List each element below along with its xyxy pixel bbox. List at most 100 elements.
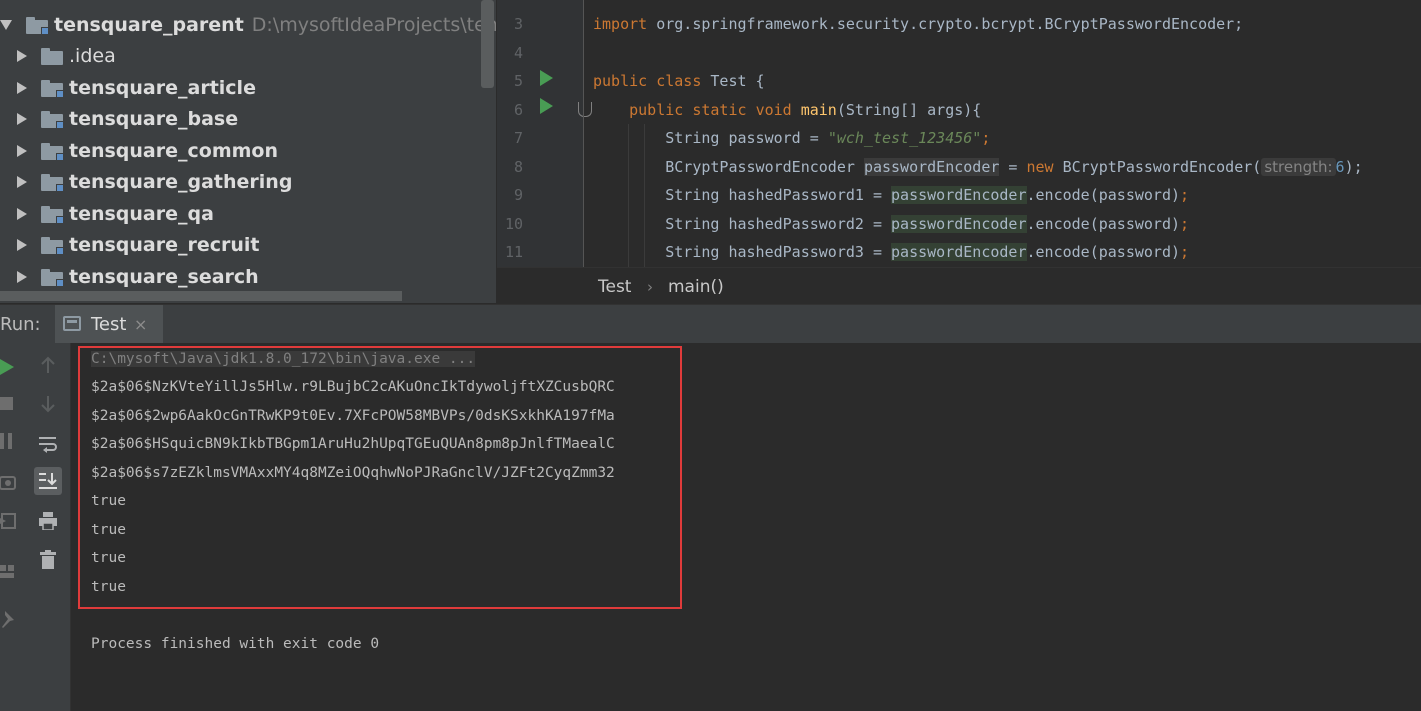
run-toolbar-primary <box>0 343 20 711</box>
pin-icon[interactable] <box>0 611 16 629</box>
token: (String[] args){ <box>836 101 982 119</box>
tree-item-search[interactable]: tensquare_search <box>0 262 259 292</box>
gutter-separator <box>583 0 584 267</box>
code-line-6: public static void main(String[] args){ <box>593 101 981 119</box>
folder-icon <box>41 47 63 65</box>
tree-item-recruit[interactable]: tensquare_recruit <box>0 230 260 260</box>
expand-right-icon[interactable] <box>17 82 27 94</box>
token: public <box>629 101 684 119</box>
print-button[interactable] <box>34 507 62 535</box>
project-tree-panel: tensquare_parent D:\mysoftIdeaProjects\t… <box>0 0 496 303</box>
parameter-hint: strength: <box>1261 158 1336 176</box>
run-class-icon[interactable] <box>540 70 553 86</box>
tree-root-path: D:\mysoftIdeaProjects\tensquare_ <box>251 14 496 36</box>
pause-icon[interactable] <box>0 433 14 449</box>
token: password = <box>719 129 828 147</box>
tree-root-name: tensquare_parent <box>54 14 244 36</box>
soft-wrap-button[interactable] <box>34 430 62 458</box>
tree-item-gathering[interactable]: tensquare_gathering <box>0 167 292 197</box>
token: passwordEncoder <box>863 158 1000 176</box>
tree-item-article[interactable]: tensquare_article <box>0 73 256 103</box>
token: passwordEncoder <box>891 186 1027 204</box>
trash-icon <box>40 550 56 569</box>
expand-right-icon[interactable] <box>17 208 27 220</box>
run-console[interactable]: C:\mysoft\Java\jdk1.8.0_172\bin\java.exe… <box>71 343 1421 711</box>
module-folder-icon <box>41 142 64 161</box>
line-number: 4 <box>513 44 523 62</box>
expand-right-icon[interactable] <box>17 239 27 251</box>
breadcrumb-separator: › <box>647 278 653 296</box>
token: class <box>656 72 702 90</box>
tree-item-common[interactable]: tensquare_common <box>0 136 278 166</box>
token: ); <box>1344 158 1363 176</box>
code-line-8: BCryptPasswordEncoder passwordEncoder = … <box>593 158 1363 176</box>
camera-icon[interactable] <box>0 474 16 490</box>
module-folder-icon <box>41 173 64 192</box>
token: 6 <box>1335 158 1345 176</box>
scroll-to-end-button[interactable] <box>34 467 62 495</box>
scroll-down-button[interactable] <box>34 390 62 418</box>
tree-item-label: tensquare_recruit <box>69 234 260 256</box>
module-folder-icon <box>41 205 64 224</box>
line-number: 8 <box>513 158 523 176</box>
token: passwordEncoder <box>891 215 1027 233</box>
scroll-to-end-icon <box>39 473 57 489</box>
expand-right-icon[interactable] <box>17 176 27 188</box>
token: ; <box>1180 243 1190 261</box>
token: ; <box>1180 215 1190 233</box>
token: BCryptPasswordEncoder <box>665 158 864 176</box>
token: String <box>665 129 720 147</box>
run-label: Run: <box>0 314 41 335</box>
token: hashedPassword1 = <box>719 186 892 204</box>
breadcrumb-method[interactable]: main() <box>668 277 724 297</box>
tree-item-label: tensquare_base <box>69 108 239 130</box>
token: .encode(password) <box>1026 186 1181 204</box>
tree-root[interactable]: tensquare_parent D:\mysoftIdeaProjects\t… <box>0 10 496 40</box>
token: hashedPassword2 = <box>719 215 892 233</box>
rerun-icon[interactable] <box>0 357 16 377</box>
token: ; <box>981 129 991 147</box>
login-icon[interactable] <box>0 513 16 529</box>
token: String <box>665 215 720 233</box>
clear-all-button[interactable] <box>34 546 62 574</box>
tree-item-qa[interactable]: tensquare_qa <box>0 199 214 229</box>
code-line-10: String hashedPassword2 = passwordEncoder… <box>593 215 1189 233</box>
expand-right-icon[interactable] <box>17 271 27 283</box>
code-editor[interactable]: 3 4 5 6 7 8 9 10 11 import org.springfra… <box>497 0 1421 267</box>
expand-right-icon[interactable] <box>17 113 27 125</box>
close-icon[interactable]: × <box>134 315 147 334</box>
expand-right-icon[interactable] <box>17 145 27 157</box>
tree-item-base[interactable]: tensquare_base <box>0 104 238 134</box>
token: .encode(password) <box>1026 215 1181 233</box>
run-main-icon[interactable] <box>540 98 553 114</box>
scroll-up-button[interactable] <box>34 351 62 379</box>
run-tool-window-header: Run: Test × <box>0 304 1421 344</box>
layout-icon[interactable] <box>0 563 16 579</box>
expand-down-icon[interactable] <box>0 20 12 30</box>
code-line-5: public class Test { <box>593 72 765 90</box>
project-vertical-scrollbar[interactable] <box>481 0 494 88</box>
tree-item-label: .idea <box>69 45 116 67</box>
module-folder-icon <box>41 79 64 98</box>
module-folder-icon <box>41 268 64 287</box>
module-folder-icon <box>41 236 64 255</box>
tree-item-label: tensquare_gathering <box>69 171 293 193</box>
console-icon <box>63 316 81 331</box>
run-tab-label: Test <box>91 314 127 335</box>
tree-item-idea[interactable]: .idea <box>0 41 116 71</box>
project-horizontal-scrollbar[interactable] <box>0 291 402 301</box>
arrow-up-icon <box>41 356 55 373</box>
token: void <box>755 101 792 119</box>
token: import <box>593 15 648 33</box>
expand-right-icon[interactable] <box>17 50 27 62</box>
line-number: 7 <box>513 129 523 147</box>
token: new <box>1026 158 1054 176</box>
line-number: 5 <box>513 72 523 90</box>
code-line-7: String password = "wch_test_123456"; <box>593 129 990 147</box>
fold-icon[interactable] <box>578 102 592 117</box>
run-tab-test[interactable]: Test × <box>55 305 163 343</box>
stop-icon[interactable] <box>0 397 14 411</box>
breadcrumb-class[interactable]: Test <box>598 277 631 297</box>
line-number: 6 <box>513 101 523 119</box>
code-line-9: String hashedPassword1 = passwordEncoder… <box>593 186 1189 204</box>
